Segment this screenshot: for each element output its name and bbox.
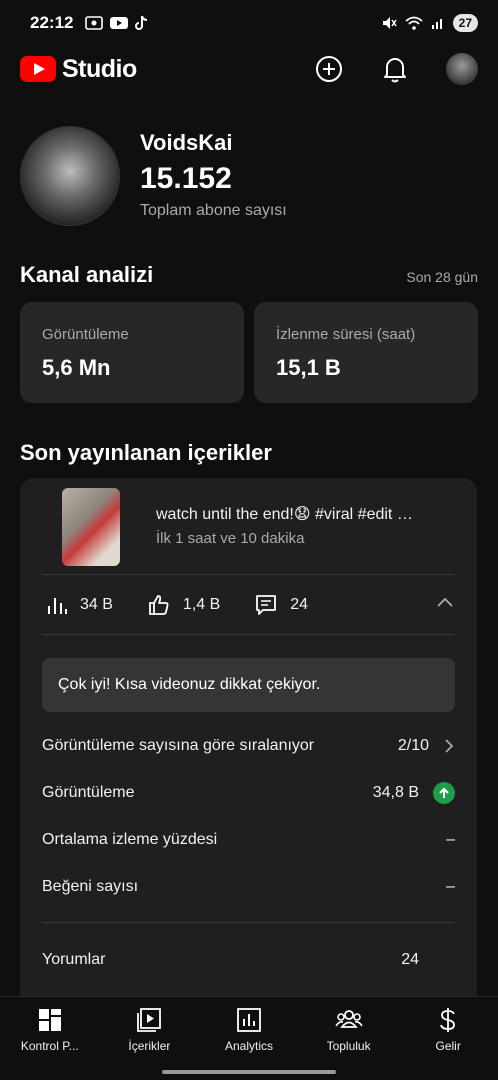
wifi-icon <box>405 16 423 30</box>
recent-header: Son yayınlanan içerikler <box>20 440 478 466</box>
signal-icon <box>431 19 442 29</box>
ranking-value: 2/10 <box>397 737 429 754</box>
battery-indicator: 27 <box>452 14 478 32</box>
subscriber-label: Toplam abone sayısı <box>140 202 287 219</box>
analytics-icon <box>237 1008 261 1032</box>
earn-icon <box>440 1008 456 1032</box>
bar-chart-icon <box>48 598 67 614</box>
channel-name: VoidsKai <box>140 130 233 155</box>
avg-watch-row: Ortalama izleme yüzdesi – <box>42 820 455 860</box>
views-label: Görüntüleme <box>42 326 129 343</box>
channel-avatar[interactable] <box>20 126 120 226</box>
thumbs-up-icon <box>149 595 169 615</box>
comments-metric: 24 <box>254 593 308 617</box>
account-avatar[interactable] <box>446 53 478 85</box>
comments-row-value: 24 <box>401 951 419 968</box>
likes-metric-value: 1,4 B <box>182 596 221 613</box>
nav-dashboard-label: Kontrol P... <box>20 1039 79 1053</box>
ranking-label: Görüntüleme sayısına göre sıralanıyor <box>42 737 315 754</box>
divider <box>42 634 455 635</box>
views-card[interactable]: Görüntüleme 5,6 Mn <box>20 302 244 403</box>
tiktok-icon <box>135 15 148 30</box>
notifications-button[interactable] <box>380 54 410 84</box>
likes-row: Beğeni sayısı – <box>42 867 455 907</box>
studio-logo[interactable]: Studio <box>20 55 137 84</box>
content-icon <box>137 1008 162 1032</box>
recent-title: Son yayınlanan içerikler <box>20 440 272 465</box>
comments-row-label: Yorumlar <box>42 951 106 968</box>
likes-metric: 1,4 B <box>147 593 220 617</box>
youtube-notify-icon <box>110 17 129 29</box>
chevron-right-icon <box>445 739 454 753</box>
comment-icon <box>256 595 277 615</box>
home-indicator[interactable] <box>162 1070 336 1074</box>
analytics-period: Son 28 gün <box>406 269 478 285</box>
avg-watch-label: Ortalama izleme yüzdesi <box>42 831 218 848</box>
video-metrics: 34 B 1,4 B 24 <box>46 574 455 636</box>
create-button[interactable] <box>314 54 344 84</box>
bell-icon <box>384 58 406 83</box>
app-header: Studio <box>0 48 498 90</box>
screen-record-icon <box>85 16 104 30</box>
video-title: watch until the end!😧 #viral #edit … <box>156 506 413 523</box>
watch-time-label: İzlenme süresi (saat) <box>276 326 416 343</box>
video-item[interactable]: watch until the end!😧 #viral #edit … İlk… <box>62 488 455 566</box>
collapse-button[interactable] <box>435 593 455 618</box>
comments-row: Yorumlar 24 <box>42 940 455 980</box>
analytics-title: Kanal analizi <box>20 262 154 287</box>
watch-time-card[interactable]: İzlenme süresi (saat) 15,1 B <box>254 302 478 403</box>
video-thumbnail[interactable] <box>62 488 120 566</box>
mute-icon <box>382 17 397 29</box>
views-metric-value: 34 B <box>80 596 113 613</box>
views-row-value: 34,8 B <box>372 784 419 801</box>
nav-analytics-label: Analytics <box>224 1039 273 1053</box>
status-bar: 22:12 27 <box>0 0 498 46</box>
bottom-nav: Kontrol P... İçerikler Analytics Toplulu… <box>0 996 498 1080</box>
subscriber-count: 15.152 <box>140 162 232 195</box>
logo-text: Studio <box>62 54 137 83</box>
channel-summary: VoidsKai 15.152 Toplam abone sayısı <box>20 126 287 226</box>
comments-metric-value: 24 <box>290 596 309 613</box>
nav-earn[interactable]: Gelir <box>398 997 498 1080</box>
nav-analytics[interactable]: Analytics <box>199 997 299 1080</box>
divider <box>42 922 455 923</box>
likes-row-label: Beğeni sayısı <box>42 878 139 895</box>
ranking-row[interactable]: Görüntüleme sayısına göre sıralanıyor 2/… <box>42 726 455 766</box>
nav-community-label: Topluluk <box>326 1039 371 1053</box>
nav-earn-label: Gelir <box>435 1039 461 1053</box>
views-row-label: Görüntüleme <box>42 784 135 801</box>
community-icon <box>334 1010 363 1028</box>
likes-row-value: – <box>446 878 455 895</box>
dashboard-icon <box>38 1009 61 1031</box>
video-age: İlk 1 saat ve 10 dakika <box>156 530 305 547</box>
chevron-up-icon <box>437 597 453 607</box>
avg-watch-value: – <box>446 831 455 848</box>
plus-circle-icon <box>316 56 342 82</box>
recent-content-card: watch until the end!😧 #viral #edit … İlk… <box>20 478 477 1018</box>
status-time: 22:12 <box>30 13 74 32</box>
analytics-header: Kanal analizi Son 28 gün <box>20 262 478 288</box>
views-row: Görüntüleme 34,8 B <box>42 773 455 813</box>
youtube-play-icon <box>20 56 56 82</box>
views-metric: 34 B <box>46 594 113 616</box>
nav-community[interactable]: Topluluk <box>299 997 399 1080</box>
watch-time-value: 15,1 B <box>276 355 341 380</box>
nav-content[interactable]: İçerikler <box>100 997 200 1080</box>
views-value: 5,6 Mn <box>42 355 111 380</box>
nav-dashboard[interactable]: Kontrol P... <box>0 997 100 1080</box>
performance-banner: Çok iyi! Kısa videonuz dikkat çekiyor. <box>42 658 455 712</box>
nav-content-label: İçerikler <box>128 1039 171 1053</box>
arrow-up-icon <box>433 782 455 804</box>
